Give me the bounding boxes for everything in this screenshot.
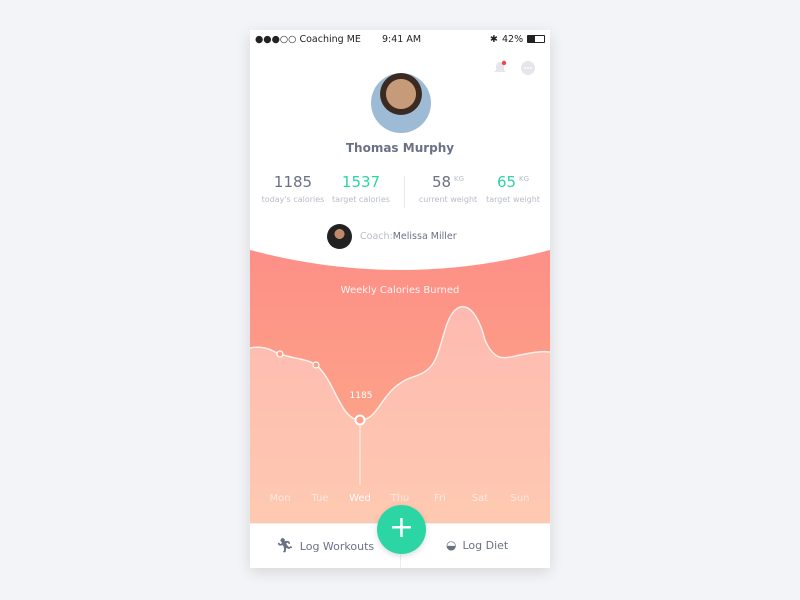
point-wed[interactable] bbox=[354, 414, 366, 426]
clock: 9:41 AM bbox=[382, 34, 422, 45]
stat-value: 1537 bbox=[341, 173, 381, 191]
day-label-tue[interactable]: Tue bbox=[310, 493, 328, 504]
battery-percent: 42% bbox=[502, 34, 524, 45]
day-label-thu[interactable]: Thu bbox=[390, 493, 410, 504]
coach-name: Melissa Miller bbox=[392, 231, 457, 242]
log-diet-button[interactable]: ◒ Log Diet bbox=[446, 538, 508, 552]
stat-todays-calories: 1185 today's calories bbox=[258, 173, 328, 204]
chat-icon[interactable] bbox=[520, 60, 536, 76]
stat-label: current weight bbox=[418, 195, 478, 204]
battery-icon bbox=[527, 35, 545, 43]
avatar[interactable] bbox=[371, 73, 431, 133]
day-label-sat[interactable]: Sat bbox=[472, 493, 488, 504]
stat-target-calories: 1537 target calories bbox=[326, 173, 396, 204]
stat-value: 65 bbox=[496, 173, 517, 191]
stat-unit: KG bbox=[519, 175, 530, 183]
workout-icon: 🏃︎ bbox=[276, 538, 294, 554]
highlight-label: 1185 bbox=[350, 391, 373, 401]
day-label-sun[interactable]: Sun bbox=[510, 493, 529, 504]
stat-current-weight: 58 KG current weight bbox=[413, 173, 483, 204]
day-label-wed[interactable]: Wed bbox=[349, 493, 371, 504]
stat-label: target calories bbox=[332, 195, 390, 204]
stat-label: target weight bbox=[486, 195, 540, 204]
diet-bowl-icon: ◒ bbox=[446, 538, 457, 552]
status-bar: ●●●○○ Coaching ME 9:41 AM ✱ 42% bbox=[250, 30, 550, 50]
point-tue[interactable] bbox=[312, 361, 320, 369]
user-name: Thomas Murphy bbox=[345, 141, 455, 155]
divider bbox=[404, 176, 405, 208]
stat-target-weight: 65 KG target weight bbox=[478, 173, 548, 204]
add-button[interactable]: + bbox=[377, 505, 426, 554]
day-label-fri[interactable]: Fri bbox=[434, 493, 446, 504]
log-workouts-label: Log Workouts bbox=[299, 539, 375, 553]
stat-label: today's calories bbox=[261, 195, 325, 204]
bell-icon[interactable] bbox=[492, 60, 508, 76]
stat-value: 58 bbox=[431, 173, 452, 191]
carrier: ●●●○○ Coaching ME bbox=[255, 34, 361, 45]
point-mon[interactable] bbox=[276, 350, 284, 358]
day-label-mon[interactable]: Mon bbox=[269, 493, 290, 504]
stat-unit: KG bbox=[454, 175, 465, 183]
chart-title: Weekly Calories Burned bbox=[341, 285, 460, 296]
log-diet-label: Log Diet bbox=[462, 538, 509, 552]
phone-screen: ●●●○○ Coaching ME 9:41 AM ✱ 42% Thomas M… bbox=[250, 30, 550, 568]
log-workouts-button[interactable]: 🏃︎ Log Workouts bbox=[276, 538, 374, 554]
weekly-calories-chart: Weekly Calories Burned 1185 Mon Tue Wed Thu… bbox=[250, 250, 550, 525]
stat-value: 1185 bbox=[273, 173, 313, 191]
coach-prefix: Coach: bbox=[360, 231, 393, 242]
bluetooth-icon: ✱ bbox=[490, 34, 498, 45]
